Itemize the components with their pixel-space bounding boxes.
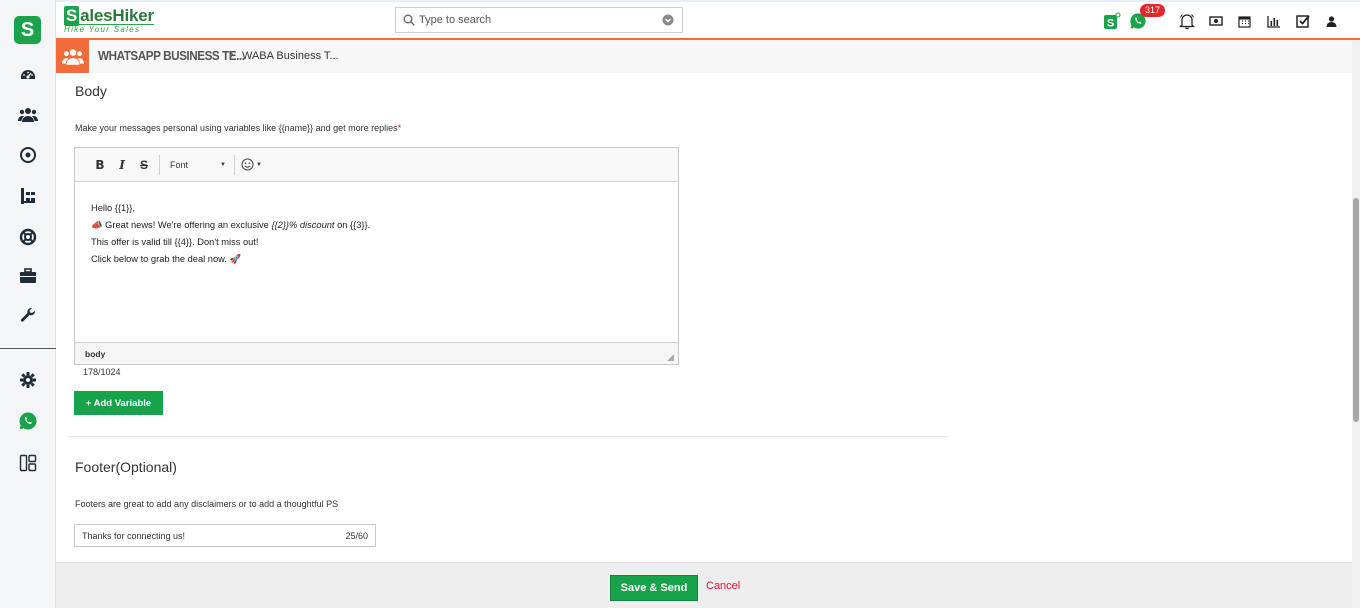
settings-icon[interactable] — [16, 368, 40, 392]
saleshiker-s-icon[interactable]: S — [1097, 8, 1126, 34]
bar-chart-icon[interactable] — [1259, 8, 1288, 34]
svg-text:S: S — [1106, 18, 1113, 30]
bell-icon[interactable] — [1172, 8, 1201, 34]
sitemap-icon[interactable] — [16, 184, 40, 208]
brand-logo[interactable]: SalesHiker Hike Your Sales — [64, 6, 154, 34]
italic-button[interactable]: I — [111, 155, 133, 175]
page-scrollbar[interactable] — [1352, 40, 1360, 608]
message-text: on {{3}}. — [334, 220, 371, 230]
caret-down-icon: ▼ — [220, 161, 226, 168]
scrollbar-thumb[interactable] — [1353, 198, 1359, 422]
message-italic-text: {{2}}% discount — [271, 220, 335, 230]
layout-icon[interactable] — [16, 451, 40, 475]
body-section-title: Body — [75, 83, 107, 99]
body-hint: Make your messages personal using variab… — [75, 123, 401, 133]
resize-handle-icon[interactable] — [667, 354, 674, 361]
footer-char-count: 25/60 — [345, 530, 368, 541]
message-line: This offer is valid till {{4}}. Don't mi… — [91, 237, 259, 247]
message-text: Great news! We're offering an exclusive — [102, 220, 272, 230]
footer-text-field[interactable]: Thanks for connecting us! 25/60 — [74, 524, 376, 547]
toolbar-separator — [159, 154, 160, 175]
whatsapp-icon[interactable] — [16, 409, 40, 433]
briefcase-icon[interactable] — [16, 264, 40, 288]
font-dropdown-label: Font — [170, 159, 189, 170]
footer-text-value: Thanks for connecting us! — [82, 530, 186, 541]
sidebar-divider — [0, 348, 56, 349]
font-dropdown[interactable]: Font ▼ — [164, 155, 230, 175]
breadcrumb-current: WABA Business T... — [242, 50, 339, 62]
app-logo[interactable]: S — [14, 16, 41, 44]
brand-s: S — [64, 6, 80, 26]
message-line: 📣 Great news! We're offering an exclusiv… — [91, 217, 662, 234]
strikethrough-button[interactable]: S — [133, 155, 155, 175]
body-char-count: 178/1024 — [83, 367, 121, 377]
template-form: Body Make your messages personal using v… — [56, 73, 1352, 562]
footer-hint: Footers are great to add any disclaimers… — [75, 499, 339, 509]
notification-badge: 317 — [1140, 4, 1166, 17]
module-users-icon — [56, 40, 89, 73]
megaphone-emoji: 📣 — [91, 220, 103, 230]
editor-toolbar: B I S Font ▼ ▼ — [75, 148, 678, 182]
top-bar: SalesHiker Hike Your Sales S 317 — [56, 0, 1360, 40]
search-icon — [396, 14, 415, 26]
breadcrumb: WHATSAPP BUSINESS TE... › WABA Business … — [56, 40, 1352, 73]
left-sidebar: S — [0, 0, 56, 608]
breadcrumb-main[interactable]: WHATSAPP BUSINESS TE... — [98, 48, 245, 63]
whatsapp-notifications-icon[interactable]: 317 — [1126, 4, 1172, 34]
global-search[interactable] — [395, 7, 683, 33]
body-rich-text-editor[interactable]: B I S Font ▼ ▼ Hello {{1}}, 📣 Great news… — [74, 147, 679, 365]
header-actions: S 317 — [1097, 4, 1346, 34]
breadcrumb-separator-icon: › — [230, 49, 234, 61]
message-line: Hello {{1}}, — [91, 203, 135, 213]
money-icon[interactable] — [1201, 8, 1230, 34]
caret-down-icon: ▼ — [256, 161, 262, 168]
required-mark: * — [397, 123, 402, 133]
message-text: Click below to grab the deal now. — [91, 254, 230, 264]
element-path: body — [85, 349, 106, 359]
calendar-icon[interactable] — [1230, 8, 1259, 34]
emoji-picker-button[interactable]: ▼ — [239, 158, 262, 171]
add-variable-button[interactable]: + Add Variable — [74, 391, 163, 415]
rocket-emoji: 🚀 — [229, 254, 242, 264]
brand-name: alesHiker — [80, 6, 154, 25]
lifebuoy-icon[interactable] — [16, 225, 40, 249]
editor-status-bar: body — [75, 342, 678, 364]
toolbar-separator — [234, 154, 235, 175]
target-icon[interactable] — [16, 143, 40, 167]
editor-content[interactable]: Hello {{1}}, 📣 Great news! We're offerin… — [75, 182, 678, 342]
message-line: Click below to grab the deal now. 🚀 — [91, 251, 662, 268]
user-profile-icon[interactable] — [1317, 8, 1346, 34]
cancel-link[interactable]: Cancel — [706, 580, 740, 592]
bold-button[interactable]: B — [89, 155, 111, 175]
body-hint-text: Make your messages personal using variab… — [75, 123, 398, 133]
form-action-bar: Save & Send Cancel — [56, 562, 1352, 608]
section-divider — [68, 436, 948, 437]
tasks-checkbox-icon[interactable] — [1288, 8, 1317, 34]
save-and-send-button[interactable]: Save & Send — [610, 575, 698, 601]
search-input[interactable] — [415, 14, 662, 26]
dashboard-icon[interactable] — [16, 64, 40, 88]
users-icon[interactable] — [16, 103, 40, 127]
search-dropdown-icon[interactable] — [662, 14, 682, 26]
footer-section-title: Footer(Optional) — [75, 459, 177, 475]
wrench-icon[interactable] — [16, 304, 40, 328]
smiley-icon — [241, 158, 254, 171]
